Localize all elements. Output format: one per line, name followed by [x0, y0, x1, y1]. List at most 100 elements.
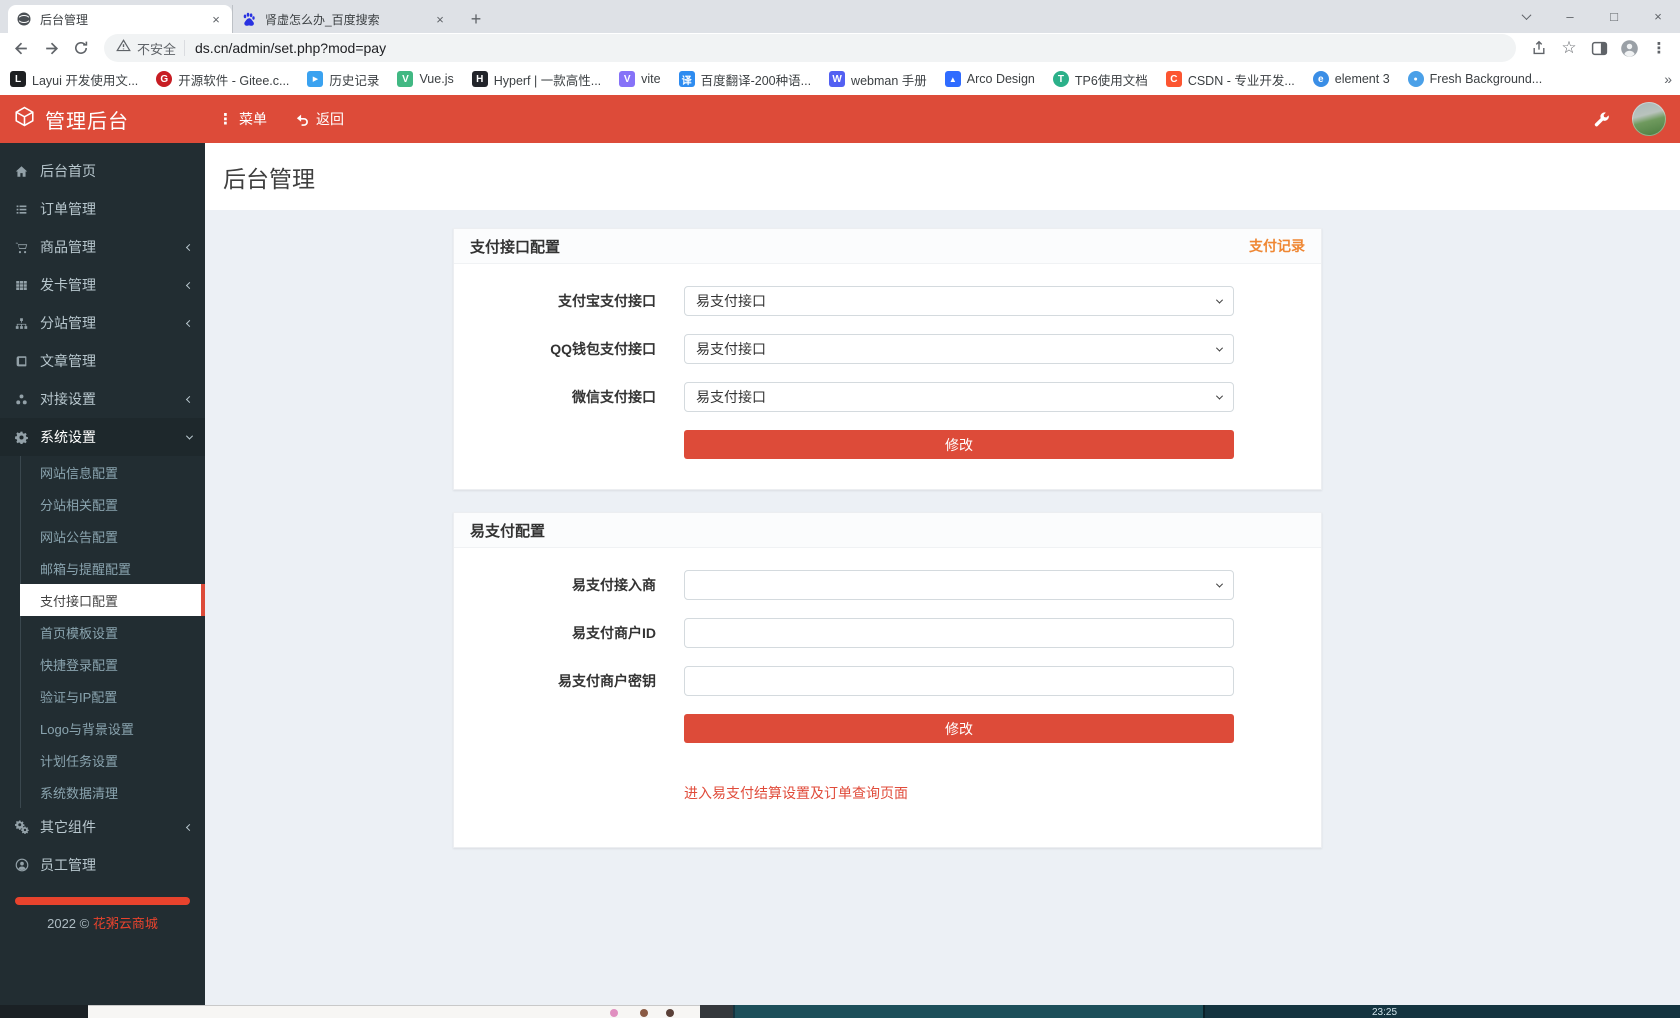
sidebar-item-substations[interactable]: 分站管理	[0, 304, 205, 342]
chevron-down-icon	[185, 432, 194, 440]
header-back-button[interactable]: 返回	[295, 109, 344, 129]
bookmark-label: Layui 开发使用文...	[32, 73, 139, 88]
submenu-payment-interface[interactable]: 支付接口配置	[20, 584, 205, 616]
sidebar-item-label: 后台首页	[40, 163, 96, 179]
site-favicon	[16, 11, 32, 27]
sidebar-item-system-settings[interactable]: 系统设置	[0, 418, 205, 456]
bookmark-arco[interactable]: ▲ Arco Design	[944, 71, 1035, 87]
window-close-button[interactable]: ×	[1636, 0, 1680, 33]
sidebar-item-staff[interactable]: 员工管理	[0, 846, 205, 884]
system-settings-submenu: 网站信息配置 分站相关配置 网站公告配置 邮箱与提醒配置 支付接口配置 首页模板…	[0, 456, 205, 808]
submenu-quick-login[interactable]: 快捷登录配置	[0, 648, 205, 680]
bookmark-gitee[interactable]: G 开源软件 - Gitee.c...	[156, 70, 289, 89]
page-title-band: 后台管理	[205, 143, 1680, 210]
bookmark-label: CSDN - 专业开发...	[1187, 73, 1295, 88]
submenu-substation-config[interactable]: 分站相关配置	[0, 488, 205, 520]
epay-provider-select[interactable]	[684, 570, 1234, 600]
app-logo[interactable]: 管理后台	[0, 105, 205, 134]
sidebar-item-label: 员工管理	[40, 857, 96, 873]
vue-icon: V	[397, 71, 414, 87]
new-tab-button[interactable]: +	[462, 5, 490, 33]
sidebar-item-articles[interactable]: 文章管理	[0, 342, 205, 380]
side-panel-button[interactable]	[1584, 34, 1614, 62]
address-bar[interactable]: 不安全 ds.cn/admin/set.php?mod=pay	[104, 34, 1516, 62]
share-button[interactable]	[1524, 34, 1554, 62]
csdn-icon: C	[1165, 71, 1182, 87]
refresh-button[interactable]	[66, 34, 96, 62]
taskbar-segment	[0, 1005, 88, 1018]
gear-icon	[15, 431, 40, 444]
tab-admin[interactable]: 后台管理 ×	[8, 5, 232, 33]
payment-interface-submit-button[interactable]: 修改	[684, 430, 1234, 459]
browser-toolbar: 不安全 ds.cn/admin/set.php?mod=pay ☆ ⋮	[0, 33, 1680, 63]
translate-icon: 译	[678, 71, 695, 87]
epay-merchant-key-input[interactable]	[684, 666, 1234, 696]
alipay-interface-select[interactable]: 易支付接口	[684, 286, 1234, 316]
panel-title: 支付接口配置	[470, 238, 561, 256]
bookmark-history[interactable]: ▶ 历史记录	[307, 70, 379, 89]
sidebar-item-other-components[interactable]: 其它组件	[0, 808, 205, 846]
forward-button[interactable]	[36, 34, 66, 62]
sidebar-item-cards[interactable]: 发卡管理	[0, 266, 205, 304]
bookmark-hyperf[interactable]: H Hyperf | 一款高性...	[471, 70, 601, 89]
settings-wrench-button[interactable]	[1584, 102, 1618, 136]
tab-search-chevron-icon[interactable]	[1504, 0, 1548, 33]
sidebar-item-orders[interactable]: 订单管理	[0, 190, 205, 228]
qq-wallet-interface-select[interactable]: 易支付接口	[684, 334, 1234, 364]
user-circle-icon	[15, 858, 40, 872]
tab-close-icon[interactable]: ×	[208, 11, 224, 27]
chevron-down-icon	[1215, 580, 1224, 588]
chevron-left-icon	[185, 281, 194, 289]
submenu-logo-background[interactable]: Logo与背景设置	[0, 712, 205, 744]
submenu-data-cleanup[interactable]: 系统数据清理	[0, 776, 205, 808]
bookmark-csdn[interactable]: C CSDN - 专业开发...	[1165, 70, 1295, 89]
epay-settlement-link[interactable]: 进入易支付结算设置及订单查询页面	[684, 783, 908, 803]
submenu-mail-reminder[interactable]: 邮箱与提醒配置	[0, 552, 205, 584]
bookmark-tp6[interactable]: T TP6使用文档	[1052, 70, 1148, 89]
tp6-icon: T	[1052, 71, 1069, 87]
hyperf-icon: H	[471, 71, 488, 87]
sidebar-item-label: 分站管理	[40, 315, 96, 331]
bookmark-webman[interactable]: Wwebman 手册	[829, 70, 927, 89]
bookmark-baidu-translate[interactable]: 译百度翻译-200种语...	[678, 70, 811, 89]
browser-menu-kebab[interactable]: ⋮	[1644, 34, 1674, 62]
submenu-verify-ip[interactable]: 验证与IP配置	[0, 680, 205, 712]
header-menu-button[interactable]: ⋮ 菜单	[218, 109, 267, 129]
sidebar: 后台首页 订单管理 商品管理 发卡管理 分站管理 文章管理 对接设置 系统设置 …	[0, 143, 205, 1005]
sidebar-item-home[interactable]: 后台首页	[0, 152, 205, 190]
bookmark-element3[interactable]: e element 3	[1312, 71, 1390, 87]
page-title: 后台管理	[223, 165, 315, 192]
sidebar-item-products[interactable]: 商品管理	[0, 228, 205, 266]
payment-records-link[interactable]: 支付记录	[1249, 236, 1305, 256]
taskbar-sliver: 23:25	[0, 1005, 1680, 1018]
sidebar-item-integrations[interactable]: 对接设置	[0, 380, 205, 418]
brand-link[interactable]: 花粥云商城	[93, 916, 158, 931]
bookmark-vite[interactable]: Vvite	[619, 71, 661, 87]
element-icon: e	[1312, 71, 1329, 87]
popup-thumbnail-dot	[610, 1009, 618, 1017]
bookmark-vuejs[interactable]: V Vue.js	[397, 71, 454, 87]
submenu-scheduled-tasks[interactable]: 计划任务设置	[0, 744, 205, 776]
grid-icon	[15, 279, 40, 292]
bookmark-star-button[interactable]: ☆	[1554, 34, 1584, 62]
home-icon	[15, 165, 40, 178]
tab-baidu[interactable]: 肾虚怎么办_百度搜索 ×	[232, 5, 456, 33]
back-button[interactable]	[6, 34, 36, 62]
tab-close-icon[interactable]: ×	[432, 11, 448, 27]
submenu-site-announcement[interactable]: 网站公告配置	[0, 520, 205, 552]
window-maximize-button[interactable]: □	[1592, 0, 1636, 33]
window-minimize-button[interactable]: –	[1548, 0, 1592, 33]
bookmark-fresh-background[interactable]: ● Fresh Background...	[1407, 71, 1542, 87]
browser-profile-avatar[interactable]	[1614, 34, 1644, 62]
submenu-site-info[interactable]: 网站信息配置	[0, 456, 205, 488]
epay-config-submit-button[interactable]: 修改	[684, 714, 1234, 743]
sidebar-item-label: 商品管理	[40, 239, 96, 255]
bookmarks-overflow-chevron[interactable]: »	[1664, 63, 1672, 95]
bookmark-layui[interactable]: L Layui 开发使用文...	[10, 70, 138, 89]
user-avatar[interactable]	[1632, 102, 1666, 136]
submenu-home-template[interactable]: 首页模板设置	[0, 616, 205, 648]
epay-provider-label: 易支付接入商	[572, 577, 656, 593]
wechat-interface-select[interactable]: 易支付接口	[684, 382, 1234, 412]
bookmark-label: webman 手册	[851, 73, 927, 88]
epay-merchant-id-input[interactable]	[684, 618, 1234, 648]
